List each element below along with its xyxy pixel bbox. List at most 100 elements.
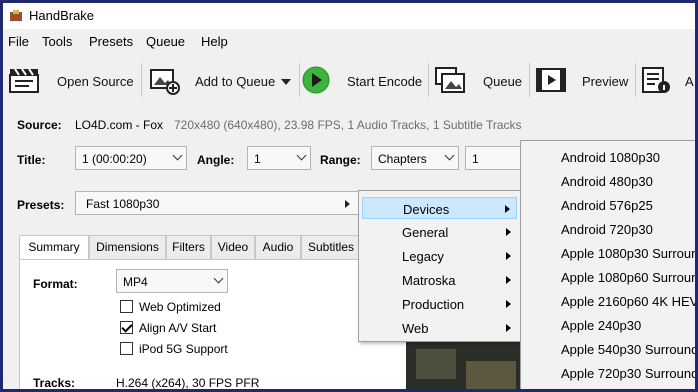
- format-select[interactable]: MP4: [116, 269, 228, 293]
- preset-category-menu: Devices General Legacy Matroska Producti…: [358, 190, 521, 342]
- submenu-arrow-icon: [505, 205, 510, 213]
- format-label: Format:: [33, 277, 78, 291]
- title-bar: HandBrake: [3, 3, 695, 29]
- web-optimized-label: Web Optimized: [139, 300, 221, 314]
- tab-video[interactable]: Video: [211, 235, 255, 259]
- submenu-arrow-icon: [345, 200, 350, 208]
- menu-item-label: Matroska: [402, 273, 456, 288]
- activity-log-label: A: [685, 74, 694, 89]
- menu-item-production[interactable]: Production: [362, 293, 517, 315]
- angle-select-value: 1: [254, 152, 261, 166]
- menu-item-label: Legacy: [402, 249, 444, 264]
- align-av-checkbox[interactable]: [120, 321, 133, 334]
- range-label: Range:: [320, 153, 361, 167]
- open-source-label: Open Source: [57, 74, 134, 89]
- menu-presets[interactable]: Presets: [89, 34, 133, 49]
- tab-filters[interactable]: Filters: [166, 235, 211, 259]
- tab-summary[interactable]: Summary: [19, 235, 89, 261]
- ipod-checkbox[interactable]: [120, 342, 133, 355]
- web-optimized-checkbox[interactable]: [120, 300, 133, 313]
- devices-submenu: Android 1080p30 Android 480p30 Android 5…: [520, 140, 695, 389]
- format-select-value: MP4: [123, 275, 148, 289]
- tab-audio[interactable]: Audio: [255, 235, 301, 259]
- presets-select[interactable]: Fast 1080p30: [75, 191, 359, 215]
- dropdown-arrow-icon[interactable]: [281, 79, 291, 85]
- queue-label: Queue: [483, 74, 523, 89]
- chevron-down-icon: [444, 150, 455, 161]
- submenu-arrow-icon: [506, 324, 511, 332]
- menu-item-android-480p30[interactable]: Android 480p30: [561, 174, 653, 189]
- preview-image-region: [466, 361, 516, 389]
- range-select-value: Chapters: [378, 152, 427, 166]
- source-name: LO4D.com - Fox: [75, 118, 164, 132]
- add-image-icon: [150, 69, 180, 95]
- title-select-value: 1 (00:00:20): [82, 152, 147, 166]
- submenu-arrow-icon: [506, 228, 511, 236]
- menu-item-android-576p25[interactable]: Android 576p25: [561, 198, 653, 213]
- chevron-down-icon: [296, 150, 307, 161]
- menu-item-legacy[interactable]: Legacy: [362, 245, 517, 267]
- angle-label: Angle:: [197, 153, 235, 167]
- menu-item-devices[interactable]: Devices: [362, 197, 517, 219]
- preview-label: Preview: [582, 74, 629, 89]
- menu-bar: File Tools Presets Queue Help: [3, 30, 695, 52]
- menu-item-matroska[interactable]: Matroska: [362, 269, 517, 291]
- toolbar-separator: [428, 63, 429, 97]
- menu-tools[interactable]: Tools: [42, 34, 72, 49]
- start-encode-label: Start Encode: [347, 74, 423, 89]
- range-start-value: 1: [472, 152, 479, 166]
- menu-item-web[interactable]: Web: [362, 317, 517, 339]
- menu-item-label: Web: [402, 321, 429, 336]
- toolbar-separator: [141, 63, 142, 97]
- window-title: HandBrake: [29, 8, 95, 23]
- align-av-label: Align A/V Start: [139, 321, 217, 335]
- chevron-down-icon: [172, 150, 183, 161]
- menu-item-apple-1080p60-surround[interactable]: Apple 1080p60 Surround: [561, 270, 695, 285]
- menu-item-apple-540p30-surround[interactable]: Apple 540p30 Surround: [561, 342, 695, 357]
- submenu-arrow-icon: [506, 252, 511, 260]
- chevron-down-icon: [213, 273, 224, 284]
- range-start-select[interactable]: 1: [465, 146, 525, 170]
- submenu-arrow-icon: [506, 300, 511, 308]
- source-details: 720x480 (640x480), 23.98 FPS, 1 Audio Tr…: [174, 118, 522, 132]
- film-preview-icon: [536, 68, 566, 92]
- tab-subtitles[interactable]: Subtitles: [301, 235, 361, 259]
- ipod-label: iPod 5G Support: [139, 342, 228, 356]
- menu-item-apple-720p30-surround[interactable]: Apple 720p30 Surround: [561, 366, 695, 381]
- handbrake-window: HandBrake File Tools Presets Queue Help …: [3, 3, 695, 389]
- clapperboard-icon: [9, 68, 39, 93]
- toolbar-separator: [529, 63, 530, 97]
- queue-icon: [435, 67, 465, 93]
- menu-help[interactable]: Help: [201, 34, 228, 49]
- handbrake-logo-icon: [10, 10, 22, 21]
- menu-item-apple-240p30[interactable]: Apple 240p30: [561, 318, 641, 333]
- activity-log-icon: [642, 67, 670, 93]
- menu-item-label: Production: [402, 297, 465, 312]
- menu-file[interactable]: File: [8, 34, 29, 49]
- presets-select-value: Fast 1080p30: [86, 197, 160, 211]
- menu-item-android-1080p30[interactable]: Android 1080p30: [561, 150, 660, 165]
- presets-label: Presets:: [17, 198, 65, 212]
- title-label: Title:: [17, 153, 46, 167]
- menu-item-apple-1080p30-surround[interactable]: Apple 1080p30 Surround: [561, 246, 695, 261]
- preview-thumbnail: [406, 341, 520, 389]
- add-to-queue-label: Add to Queue: [195, 74, 276, 89]
- range-select[interactable]: Chapters: [371, 146, 459, 170]
- title-select[interactable]: 1 (00:00:20): [75, 146, 187, 170]
- play-icon: [302, 66, 330, 94]
- tracks-label: Tracks:: [33, 376, 76, 389]
- menu-item-apple-2160p60-4k-hevc[interactable]: Apple 2160p60 4K HEVC: [561, 294, 695, 309]
- submenu-arrow-icon: [506, 276, 511, 284]
- source-label: Source:: [17, 118, 62, 132]
- angle-select[interactable]: 1: [247, 146, 311, 170]
- menu-item-label: General: [402, 225, 449, 240]
- menu-item-label: Devices: [403, 202, 450, 217]
- tracks-value: H.264 (x264), 30 FPS PFR: [116, 376, 260, 389]
- preview-image-region: [416, 349, 456, 379]
- toolbar: Open Source Add to Queue Start Encode Qu…: [3, 55, 695, 107]
- toolbar-separator: [635, 63, 636, 97]
- menu-item-general[interactable]: General: [362, 221, 517, 243]
- tab-dimensions[interactable]: Dimensions: [89, 235, 166, 259]
- menu-queue[interactable]: Queue: [146, 34, 185, 49]
- menu-item-android-720p30[interactable]: Android 720p30: [561, 222, 653, 237]
